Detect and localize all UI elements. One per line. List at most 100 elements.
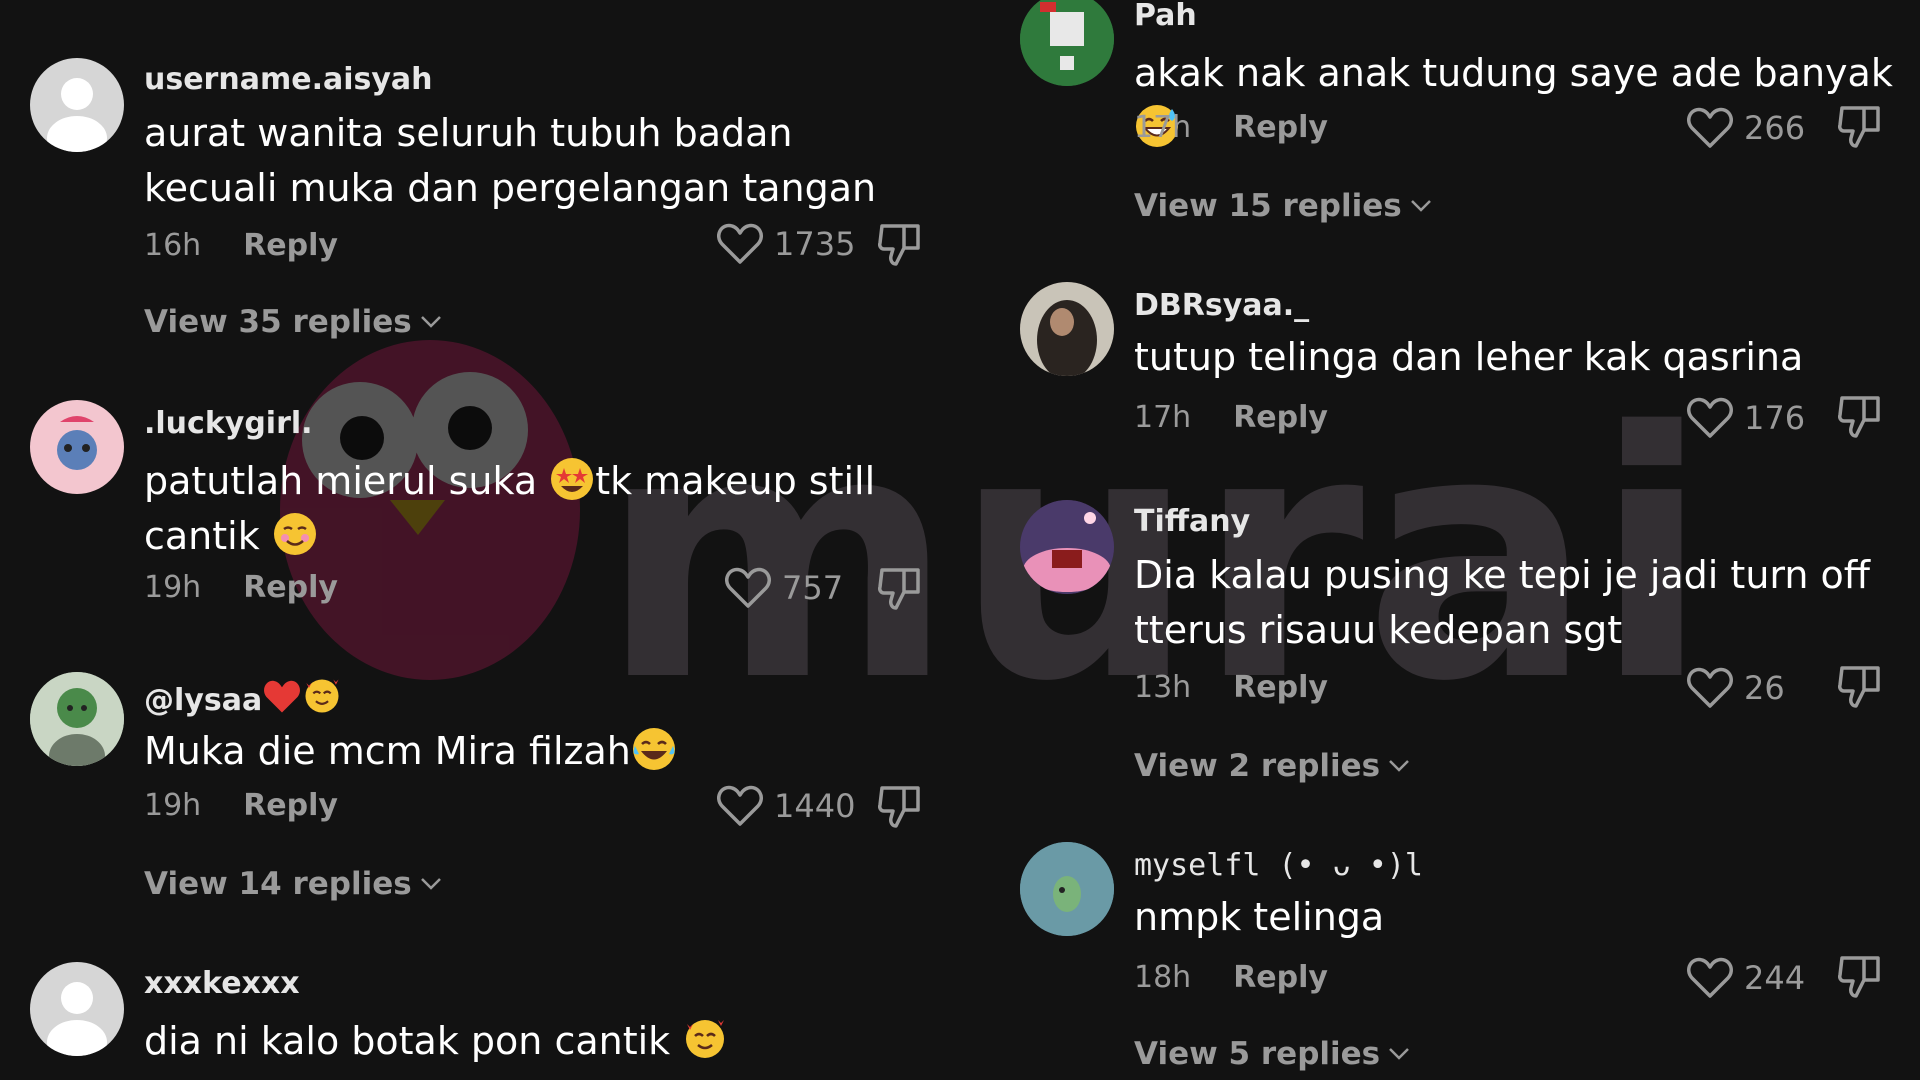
avatar[interactable] (30, 962, 124, 1056)
username-text: @lysaa (144, 683, 263, 718)
comment-username[interactable]: myselfl (• ᴗ •)l (1134, 848, 1423, 883)
laughing-tears-emoji-icon (632, 728, 675, 770)
like-count: 266 (1744, 109, 1806, 147)
like-group: 244 (1686, 956, 1805, 1000)
avatar[interactable] (1020, 282, 1114, 376)
star-struck-emoji-icon (551, 458, 594, 500)
heart-icon[interactable] (1686, 396, 1734, 440)
chevron-down-icon (1410, 200, 1431, 212)
dislike-icon[interactable] (1838, 104, 1882, 150)
dislike-icon[interactable] (878, 222, 922, 268)
comment-time: 19h (144, 570, 202, 605)
comment-meta: 19h Reply (144, 570, 338, 605)
view-replies-button[interactable]: View 14 replies (144, 866, 442, 902)
like-group: 266 (1686, 106, 1805, 150)
comment-text: Dia kalau pusing ke tepi je jadi turn of… (1134, 553, 1870, 652)
heart-icon[interactable] (716, 222, 764, 266)
view-replies-button[interactable]: View 2 replies (1134, 748, 1410, 784)
view-replies-button[interactable]: View 5 replies (1134, 1036, 1410, 1072)
view-replies-label: View 35 replies (144, 304, 412, 340)
dislike-icon[interactable] (878, 784, 922, 830)
chevron-down-icon (1389, 760, 1410, 772)
reply-button[interactable]: Reply (243, 570, 338, 605)
comment-username[interactable]: username.aisyah (144, 62, 433, 97)
like-count: 757 (782, 569, 844, 607)
comment-time: 16h (144, 228, 202, 263)
like-count: 1735 (774, 225, 856, 263)
view-replies-button[interactable]: View 15 replies (1134, 188, 1432, 224)
reply-button[interactable]: Reply (243, 788, 338, 823)
comment-username[interactable]: @lysaa (144, 676, 342, 718)
heart-icon[interactable] (1686, 956, 1734, 1000)
dislike-icon[interactable] (1838, 664, 1882, 710)
chevron-down-icon (1389, 1048, 1410, 1060)
comment-meta: 19h Reply (144, 788, 338, 823)
comment-time: 19h (144, 788, 202, 823)
like-count: 244 (1744, 959, 1806, 997)
comment-time: 18h (1134, 960, 1192, 995)
comment-text-part: Muka die mcm Mira filzah (144, 729, 631, 773)
heart-icon[interactable] (1686, 666, 1734, 710)
avatar[interactable] (30, 672, 124, 766)
reply-button[interactable]: Reply (243, 228, 338, 263)
like-group: 757 (724, 566, 843, 610)
reply-button[interactable]: Reply (1233, 670, 1328, 705)
view-replies-label: View 14 replies (144, 866, 412, 902)
heart-icon[interactable] (716, 784, 764, 828)
comment-username[interactable]: .luckygirl. (144, 406, 313, 441)
reply-button[interactable]: Reply (1233, 960, 1328, 995)
view-replies-button[interactable]: View 35 replies (144, 304, 442, 340)
view-replies-label: View 5 replies (1134, 1036, 1381, 1072)
comments-column-left: username.aisyah aurat wanita seluruh tub… (0, 0, 960, 1080)
reply-button[interactable]: Reply (1233, 400, 1328, 435)
comment-meta: 16h Reply (144, 228, 338, 263)
comment-meta: 13h Reply (1134, 670, 1328, 705)
comment-meta: 18h Reply (1134, 960, 1328, 995)
comment-text-part: akak nak anak tudung saye ade banyak (1134, 51, 1893, 95)
comment-time: 13h (1134, 670, 1192, 705)
avatar[interactable] (1020, 842, 1114, 936)
heart-icon[interactable] (724, 566, 772, 610)
heart-icon[interactable] (1686, 106, 1734, 150)
avatar[interactable] (1020, 0, 1114, 86)
smiling-hearts-emoji-icon (686, 1020, 725, 1058)
view-replies-label: View 2 replies (1134, 748, 1381, 784)
comment-username[interactable]: xxxkexxx (144, 966, 300, 1001)
avatar[interactable] (30, 58, 124, 152)
dislike-icon[interactable] (878, 566, 922, 612)
dislike-icon[interactable] (1838, 954, 1882, 1000)
reply-button[interactable]: Reply (1233, 110, 1328, 145)
comment-username[interactable]: Pah (1134, 0, 1197, 33)
comment-text: tutup telinga dan leher kak qasrina (1134, 335, 1804, 379)
chevron-down-icon (420, 316, 441, 328)
comment-username[interactable]: Tiffany (1134, 504, 1250, 539)
like-group: 1735 (716, 222, 855, 266)
like-group: 26 (1686, 666, 1785, 710)
like-group: 176 (1686, 396, 1805, 440)
like-count: 26 (1744, 669, 1785, 707)
comments-column-right: Pah akak nak anak tudung saye ade banyak… (990, 0, 1920, 1080)
view-replies-label: View 15 replies (1134, 188, 1402, 224)
smiling-emoji-icon (273, 513, 316, 555)
like-count: 176 (1744, 399, 1806, 437)
comment-text-part: patutlah mierul suka (144, 459, 550, 503)
comment-meta: 17h Reply (1134, 110, 1328, 145)
like-group: 1440 (716, 784, 855, 828)
comment-time: 17h (1134, 110, 1192, 145)
comment-time: 17h (1134, 400, 1192, 435)
comment-text: Muka die mcm Mira filzah (144, 724, 904, 779)
avatar[interactable] (1020, 500, 1114, 594)
comment-text: patutlah mierul suka tk makeup still can… (144, 454, 904, 564)
avatar[interactable] (30, 400, 124, 494)
comment-meta: 17h Reply (1134, 400, 1328, 435)
comment-text: aurat wanita seluruh tubuh badan kecuali… (144, 111, 877, 210)
comment-username[interactable]: DBRsyaa._ (1134, 288, 1309, 323)
smiling-hearts-emoji-icon (305, 679, 339, 713)
dislike-icon[interactable] (1838, 394, 1882, 440)
like-count: 1440 (774, 787, 856, 825)
comment-text: nmpk telinga (1134, 895, 1385, 939)
comment-text: dia ni kalo botak pon cantik (144, 1014, 904, 1069)
comment-text-part: dia ni kalo botak pon cantik (144, 1019, 683, 1063)
chevron-down-icon (420, 878, 441, 890)
heart-emoji-icon (264, 680, 301, 713)
